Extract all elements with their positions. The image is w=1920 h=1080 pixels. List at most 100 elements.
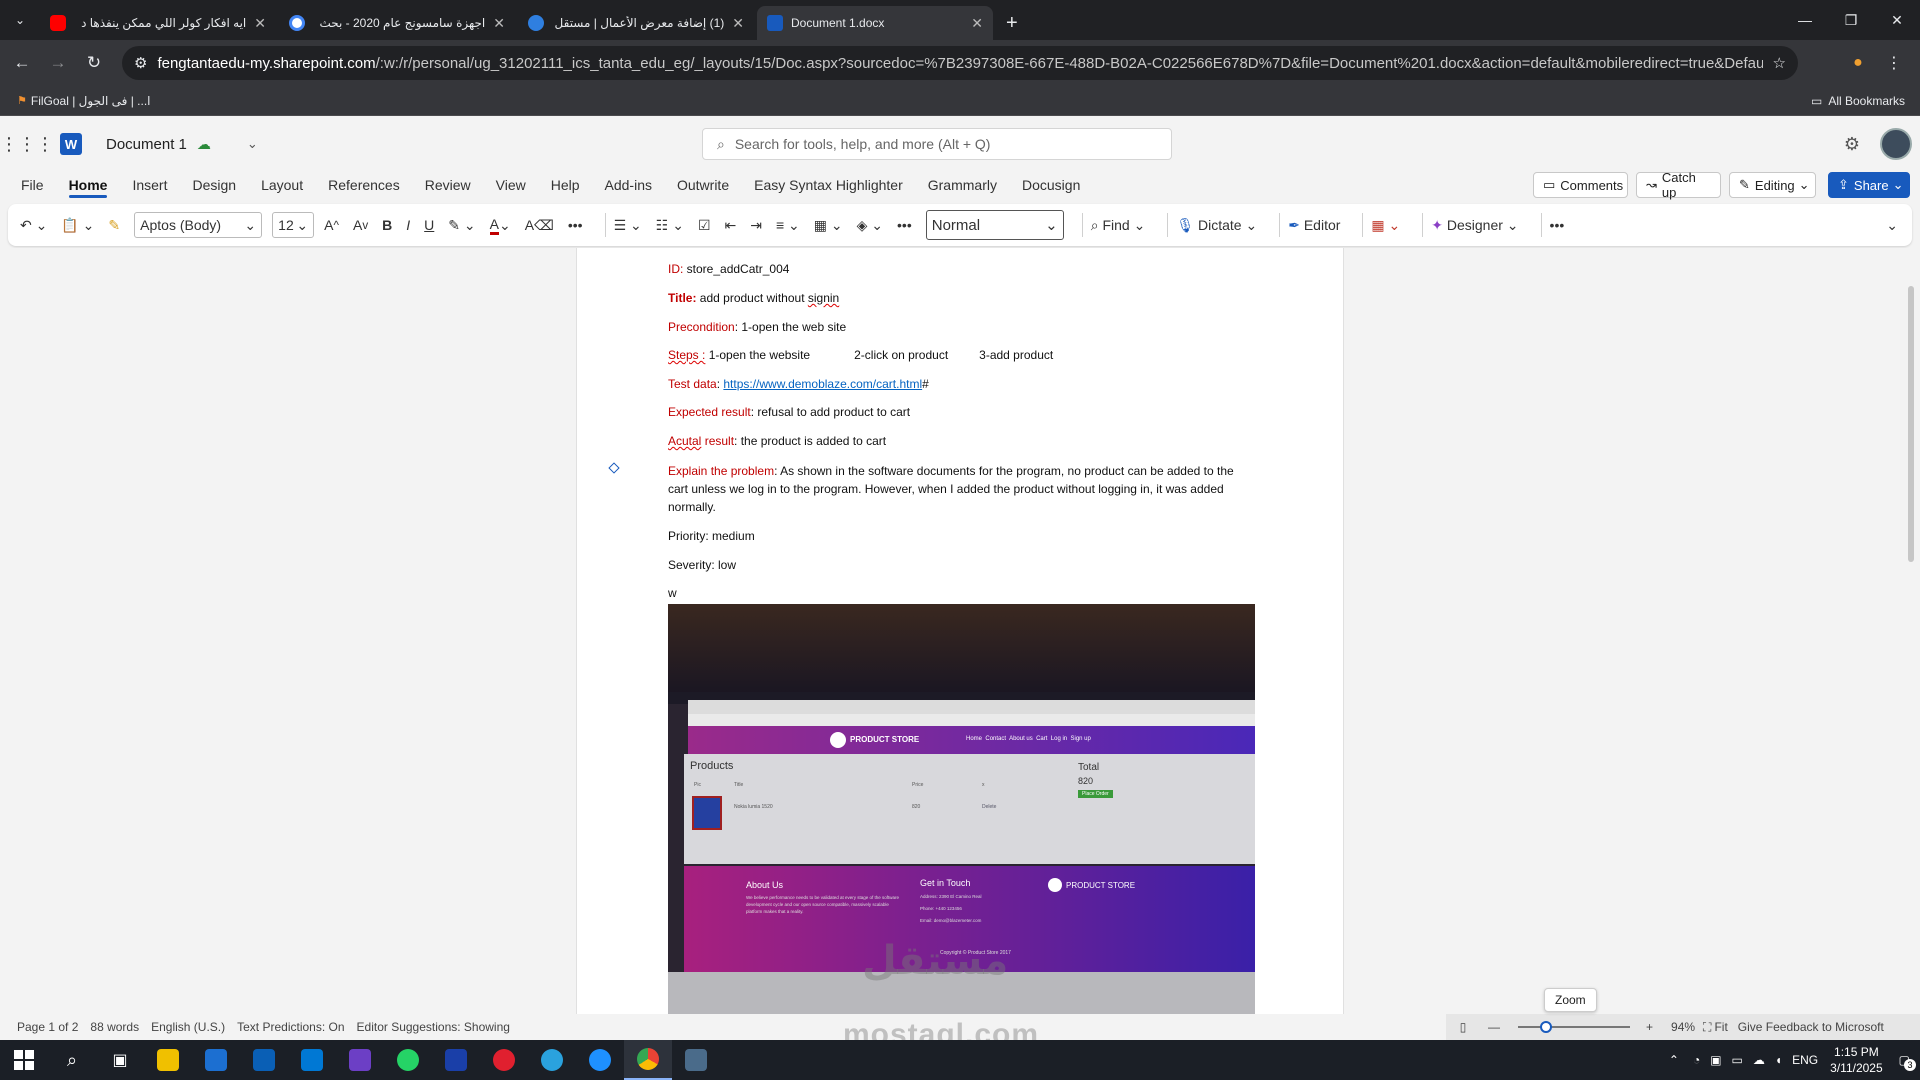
edge-icon[interactable] — [576, 1040, 624, 1080]
editor-suggestions[interactable]: Editor Suggestions: Showing — [357, 1020, 510, 1034]
notifications-icon[interactable]: ▢ 3 — [1899, 1053, 1916, 1071]
avatar[interactable] — [1880, 128, 1912, 160]
more-options-icon[interactable]: ••• — [1550, 217, 1565, 233]
para-steps[interactable]: Steps : 1-open the website 2-click on pro… — [668, 348, 1053, 362]
telegram-icon[interactable] — [528, 1040, 576, 1080]
task-view-icon[interactable]: ▣ — [96, 1040, 144, 1080]
document-name[interactable]: Document 1 — [106, 136, 187, 153]
tab-search-chevron-icon[interactable]: ⌄ — [0, 0, 40, 40]
style-select[interactable]: Normal ⌄ — [925, 210, 1064, 240]
language-indicator[interactable]: ENG — [1792, 1053, 1818, 1067]
shading-icon[interactable]: ◈ ⌄ — [857, 217, 883, 234]
close-window-icon[interactable]: ✕ — [1874, 0, 1920, 40]
tab-file[interactable]: File — [21, 172, 44, 198]
chrome-icon[interactable] — [624, 1040, 672, 1080]
para-actual[interactable]: Acutal result: the product is added to c… — [668, 434, 886, 448]
more-font-icon[interactable]: ••• — [568, 217, 583, 233]
fit-button[interactable]: Fit — [1714, 1020, 1727, 1034]
dictate-button[interactable]: 🎙 Dictate ⌄ — [1176, 217, 1257, 234]
text-predictions[interactable]: Text Predictions: On — [237, 1020, 344, 1034]
word-count[interactable]: 88 words — [90, 1020, 139, 1034]
fit-icon[interactable]: ⛶ — [1703, 1020, 1711, 1035]
bold-icon[interactable]: B — [382, 217, 392, 233]
settings-gear-icon[interactable]: ⚙ — [1844, 134, 1860, 155]
vertical-scrollbar[interactable] — [1908, 286, 1914, 562]
test-data-link[interactable]: https://www.demoblaze.com/cart.html — [723, 377, 922, 391]
para-id[interactable]: ID: store_addCatr_004 — [668, 262, 789, 276]
page-view-icon[interactable]: ▯ — [1448, 1020, 1478, 1034]
whatsapp-icon[interactable] — [384, 1040, 432, 1080]
tray-app-icon[interactable]: ▣ — [1710, 1053, 1721, 1067]
italic-icon[interactable]: I — [406, 217, 410, 233]
font-size-select[interactable]: 12 ⌄ — [272, 212, 315, 238]
designer-button[interactable]: ✦ Designer ⌄ — [1431, 217, 1518, 234]
zoom-out-icon[interactable]: — — [1488, 1020, 1500, 1034]
para-explain[interactable]: Explain the problem: As shown in the sof… — [668, 462, 1256, 516]
bookmark-filgoal[interactable]: FilGoal | ا... | فى الجول — [31, 94, 151, 108]
editor-button[interactable]: ✒ Editor — [1288, 217, 1340, 234]
tab-review[interactable]: Review — [425, 172, 471, 198]
share-button[interactable]: ⇪ Share ⌄ — [1828, 172, 1910, 198]
feedback-link[interactable]: Give Feedback to Microsoft — [1738, 1020, 1884, 1034]
paste-icon[interactable]: 📋 ⌄ — [61, 217, 94, 234]
mail-icon[interactable] — [240, 1040, 288, 1080]
zoom-in-icon[interactable]: + — [1646, 1020, 1653, 1034]
windows-start-icon[interactable] — [0, 1040, 48, 1080]
collapse-ribbon-icon[interactable]: ⌄ — [1886, 217, 1898, 234]
font-name-select[interactable]: Aptos (Body) ⌄ — [134, 212, 263, 238]
underline-icon[interactable]: U — [424, 217, 434, 233]
para-w[interactable]: w — [668, 586, 677, 600]
font-color-icon[interactable]: A ⌄ — [489, 216, 511, 235]
volume-icon[interactable]: ◖ — [1775, 1053, 1782, 1067]
zoom-level[interactable]: 94% — [1671, 1020, 1695, 1034]
close-tab-icon[interactable]: ✕ — [971, 15, 983, 32]
para-priority[interactable]: Priority: medium — [668, 529, 755, 543]
para-title[interactable]: Title: add product without signin — [668, 291, 839, 305]
reload-icon[interactable]: ↻ — [76, 53, 112, 73]
numbering-icon[interactable]: ☷ ⌄ — [656, 217, 684, 234]
checklist-icon[interactable]: ☑ — [698, 217, 711, 234]
tab-add-ins[interactable]: Add-ins — [605, 172, 652, 198]
bullets-icon[interactable]: ☰ ⌄ — [614, 217, 642, 234]
restore-icon[interactable]: ❐ — [1828, 0, 1874, 40]
document-page[interactable]: ID: store_addCatr_004 Title: add product… — [576, 248, 1344, 1014]
snipping-tool-icon[interactable] — [672, 1040, 720, 1080]
tab-view[interactable]: View — [496, 172, 526, 198]
undo-icon[interactable]: ↶ ⌄ — [20, 217, 47, 234]
address-bar[interactable]: ⚙ fengtantaedu-my.sharepoint.com/:w:/r/p… — [122, 46, 1798, 80]
search-input[interactable]: ⌕ Search for tools, help, and more (Alt … — [702, 128, 1172, 160]
find-button[interactable]: ⌕ Find ⌄ — [1091, 217, 1146, 234]
tab-syntax-highlighter[interactable]: Easy Syntax Highlighter — [754, 172, 903, 198]
comments-button[interactable]: ▭ Comments — [1533, 172, 1628, 198]
shrink-font-icon[interactable]: Av — [353, 217, 368, 233]
app-icon[interactable] — [288, 1040, 336, 1080]
network-icon[interactable]: ◔ — [1693, 1053, 1700, 1067]
tab-design[interactable]: Design — [192, 172, 236, 198]
browser-tab-1[interactable]: ايه افكار كولر اللي ممكن ينفذها د ✕ — [40, 6, 276, 40]
tab-docusign[interactable]: Docusign — [1022, 172, 1080, 198]
tab-grammarly[interactable]: Grammarly — [928, 172, 997, 198]
tab-references[interactable]: References — [328, 172, 400, 198]
new-tab-button[interactable]: + — [996, 6, 1028, 40]
battery-icon[interactable]: ▭ — [1732, 1053, 1743, 1067]
browser-tab-3[interactable]: (1) إضافة معرض الأعمال | مستقل ✕ — [518, 6, 754, 40]
tray-chevron-icon[interactable]: ⌃ — [1669, 1053, 1679, 1067]
browser-tab-active[interactable]: Document 1.docx ✕ — [757, 6, 993, 40]
clear-format-icon[interactable]: A⌫ — [525, 217, 554, 234]
back-arrow-icon[interactable]: ← — [4, 53, 40, 73]
bookmark-star-icon[interactable]: ☆ — [1773, 54, 1786, 72]
highlight-icon[interactable]: ✎ ⌄ — [448, 217, 475, 234]
borders-icon[interactable]: ▦ ⌄ — [814, 217, 843, 234]
app-launcher-icon[interactable]: ⋮⋮⋮ — [0, 134, 54, 155]
para-severity[interactable]: Severity: low — [668, 558, 736, 572]
forward-arrow-icon[interactable]: → — [40, 53, 76, 73]
tab-layout[interactable]: Layout — [261, 172, 303, 198]
onedrive-icon[interactable]: ☁ — [1753, 1053, 1765, 1067]
search-icon[interactable]: ⌕ — [48, 1040, 96, 1080]
more-paragraph-icon[interactable]: ••• — [897, 217, 912, 233]
close-tab-icon[interactable]: ✕ — [732, 15, 744, 32]
format-painter-icon[interactable]: ✎ — [108, 217, 120, 234]
zoom-slider[interactable] — [1518, 1021, 1630, 1033]
decrease-indent-icon[interactable]: ⇤ — [725, 217, 737, 234]
close-tab-icon[interactable]: ✕ — [254, 15, 266, 32]
